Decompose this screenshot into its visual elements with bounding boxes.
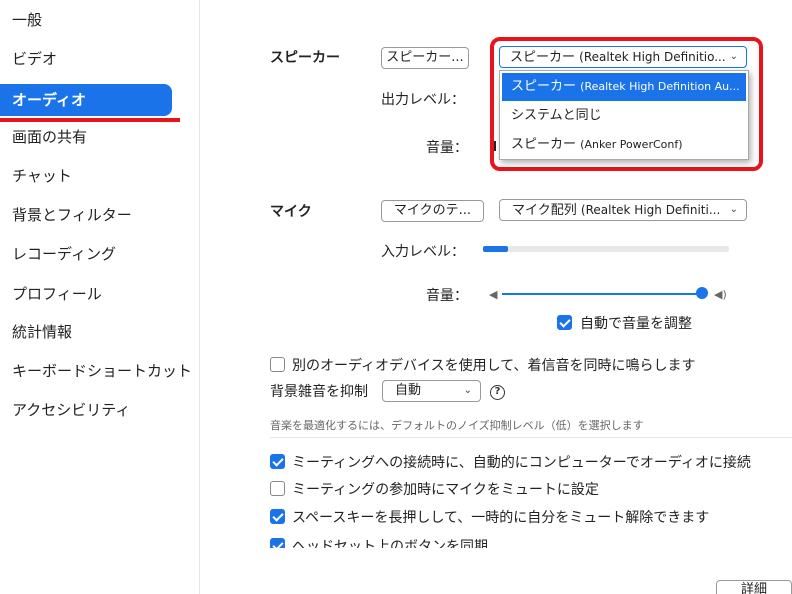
test-mic-button[interactable]: マイクのテ... [381, 200, 484, 222]
option-name: スピーカー [511, 79, 577, 94]
sidebar-item-general[interactable]: 一般 [0, 4, 172, 36]
mic-volume-label: 音量： [426, 288, 468, 304]
speaker-option-realtek[interactable]: スピーカー (Realtek High Definition Au... [502, 73, 746, 101]
option-name: スピーカー [511, 137, 577, 152]
sidebar-item-video[interactable]: ビデオ [0, 43, 172, 75]
speaker-device-name: スピーカー [510, 50, 576, 65]
mute-on-join-label: ミーティングの参加時にマイクをミュートに設定 [292, 482, 599, 498]
speaker-option-same-as-system[interactable]: システムと同じ [502, 102, 746, 130]
option-detail: (Realtek High Definition Au... [580, 80, 740, 93]
volume-high-icon: ◀) [714, 288, 727, 301]
mic-volume-slider-thumb[interactable] [696, 287, 708, 299]
noise-suppression-label: 背景雑音を抑制 [270, 384, 368, 400]
speaker-option-anker[interactable]: スピーカー (Anker PowerConf) [502, 131, 746, 159]
separate-ringtone-device-label: 別のオーディオデバイスを使用して、着信音を同時に鳴らします [292, 358, 696, 374]
sidebar-item-accessibility[interactable]: アクセシビリティ [0, 394, 172, 426]
settings-sidebar: 一般 ビデオ オーディオ 画面の共有 チャット 背景とフィルター レコーディング… [0, 0, 200, 594]
mic-section-label: マイク [270, 204, 312, 220]
auto-adjust-volume-label: 自動で音量を調整 [580, 316, 692, 332]
headset-sync-checkbox[interactable] [270, 538, 285, 548]
input-level-meter [483, 246, 729, 252]
noise-suppression-select[interactable]: 自動 ⌄ [382, 380, 481, 402]
speaker-volume-label: 音量： [426, 140, 468, 156]
speaker-device-select[interactable]: スピーカー (Realtek High Definitio... ⌄ [499, 46, 747, 68]
section-divider [270, 437, 792, 438]
input-level-label: 入力レベル： [381, 244, 465, 260]
highlight-underline [0, 118, 180, 122]
volume-low-icon: ◀ [489, 288, 498, 301]
speaker-device-detail: (Realtek High Definitio... [579, 50, 726, 64]
auto-join-audio-label: ミーティングへの接続時に、自動的にコンピューターでオーディオに接続 [292, 455, 751, 471]
speaker-section-label: スピーカー [270, 50, 340, 66]
sidebar-item-statistics[interactable]: 統計情報 [0, 316, 172, 348]
auto-adjust-volume-checkbox[interactable] [557, 315, 572, 330]
input-level-fill [483, 246, 508, 252]
sidebar-item-share-screen[interactable]: 画面の共有 [0, 121, 172, 153]
noise-suppression-value: 自動 [395, 383, 422, 398]
space-unmute-checkbox[interactable] [270, 509, 285, 524]
separate-ringtone-device-checkbox[interactable] [270, 357, 285, 372]
details-button[interactable]: 詳細 [716, 580, 792, 594]
mic-volume-slider[interactable] [502, 293, 702, 295]
mic-device-detail: (Realtek High Definiti... [580, 203, 721, 217]
mute-on-join-checkbox[interactable] [270, 481, 285, 496]
chevron-down-icon: ⌄ [463, 385, 472, 396]
mic-device-select[interactable]: マイク配列 (Realtek High Definiti... ⌄ [499, 199, 747, 221]
sidebar-item-keyboard-shortcuts[interactable]: キーボードショートカット [0, 355, 192, 387]
sidebar-item-recording[interactable]: レコーディング [0, 238, 172, 270]
sidebar-item-chat[interactable]: チャット [0, 160, 172, 192]
chevron-down-icon: ⌄ [729, 204, 738, 215]
space-unmute-label: スペースキーを長押しして、一時的に自分をミュート解除できます [292, 510, 710, 526]
sidebar-item-profile[interactable]: プロフィール [0, 278, 172, 310]
auto-join-audio-checkbox[interactable] [270, 454, 285, 469]
help-icon[interactable]: ? [490, 385, 505, 400]
mic-device-name: マイク配列 [512, 203, 577, 218]
headset-sync-label: ヘッドセット上のボタンを同期 [292, 539, 488, 548]
test-speaker-button[interactable]: スピーカー... [381, 47, 469, 69]
option-detail: (Anker PowerConf) [580, 138, 683, 151]
sidebar-item-audio[interactable]: オーディオ [0, 84, 172, 116]
headset-sync-row-clip: ヘッドセット上のボタンを同期 [260, 534, 792, 548]
chevron-down-icon: ⌄ [729, 51, 738, 62]
noise-suppression-note: 音楽を最適化するには、デフォルトのノイズ抑制レベル（低）を選択します [270, 419, 644, 432]
output-level-label: 出力レベル： [381, 92, 465, 108]
sidebar-item-background-filters[interactable]: 背景とフィルター [0, 199, 172, 231]
speaker-device-dropdown: スピーカー (Realtek High Definition Au... システ… [499, 70, 749, 160]
option-name: システムと同じ [511, 108, 602, 123]
